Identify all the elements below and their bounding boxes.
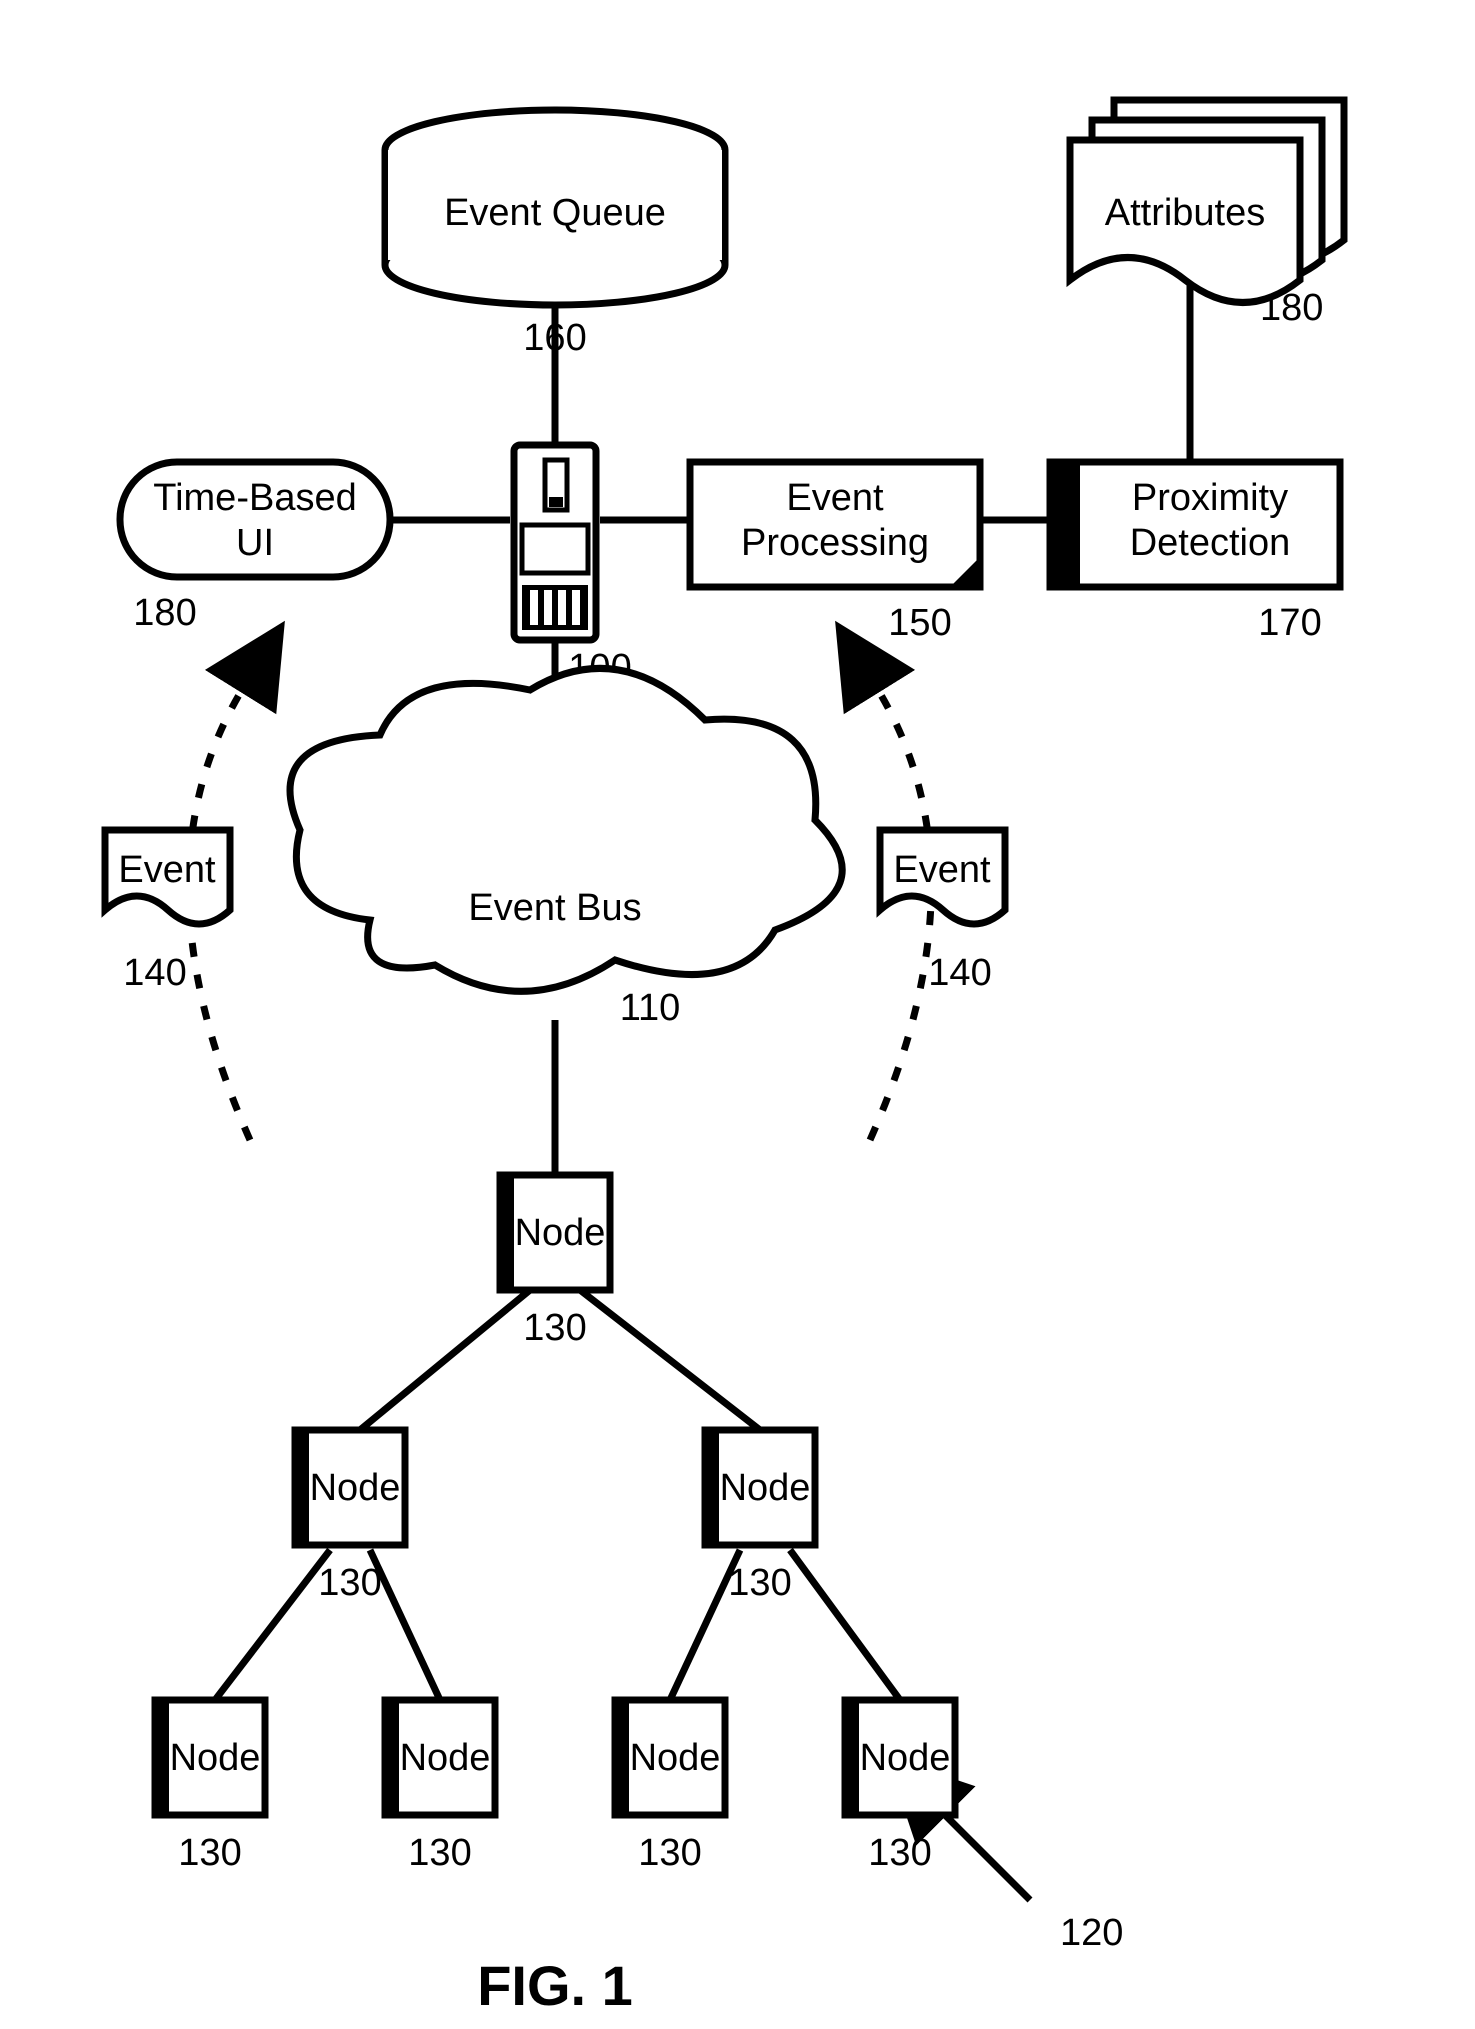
node-l-ref: 130 bbox=[318, 1562, 381, 1604]
proximity-label-2: Detection bbox=[1130, 522, 1291, 564]
node-lr: Node 130 bbox=[385, 1700, 495, 1874]
event-processing-label-1: Event bbox=[786, 477, 884, 519]
node-ll-ref: 130 bbox=[178, 1832, 241, 1874]
node-r: Node 130 bbox=[705, 1430, 815, 1604]
event-bus-ref: 110 bbox=[620, 987, 681, 1029]
attributes: Attributes 180 bbox=[1070, 100, 1344, 329]
node-rr-label: Node bbox=[860, 1737, 951, 1779]
edge-tree-ref bbox=[940, 1810, 1030, 1900]
node-rl-label: Node bbox=[630, 1737, 721, 1779]
edge-root-r bbox=[580, 1290, 760, 1430]
time-ui-label-1: Time-Based bbox=[153, 477, 356, 519]
node-rr: Node 130 bbox=[845, 1700, 955, 1874]
node-root: Node 130 bbox=[500, 1175, 610, 1349]
event-left-label: Event bbox=[118, 849, 216, 891]
event-left-ref: 140 bbox=[123, 952, 186, 994]
diagram-canvas: Event Queue 160 Attributes 180 Time-Base… bbox=[0, 0, 1475, 2029]
node-r-ref: 130 bbox=[728, 1562, 791, 1604]
node-rl-ref: 130 bbox=[638, 1832, 701, 1874]
event-queue-label: Event Queue bbox=[444, 192, 666, 234]
proximity-detection: Proximity Detection 170 bbox=[1050, 462, 1340, 644]
proximity-label-1: Proximity bbox=[1132, 477, 1288, 519]
node-lr-ref: 130 bbox=[408, 1832, 471, 1874]
edge-r-rr bbox=[790, 1550, 900, 1700]
event-bus-label: Event Bus bbox=[468, 887, 641, 929]
node-r-label: Node bbox=[720, 1467, 811, 1509]
edge-l-ll bbox=[215, 1550, 330, 1700]
node-root-ref: 130 bbox=[523, 1307, 586, 1349]
event-right-ref: 140 bbox=[928, 952, 991, 994]
node-l-label: Node bbox=[310, 1467, 401, 1509]
event-processing-label-2: Processing bbox=[741, 522, 929, 564]
attributes-label: Attributes bbox=[1105, 192, 1266, 234]
event-doc-right: Event bbox=[880, 830, 1005, 924]
node-rl: Node 130 bbox=[615, 1700, 725, 1874]
node-ll: Node 130 bbox=[155, 1700, 265, 1874]
event-right-label: Event bbox=[893, 849, 991, 891]
figure-label: FIG. 1 bbox=[477, 1954, 633, 2017]
event-doc-left: Event bbox=[105, 830, 230, 924]
time-ui-label-2: UI bbox=[236, 522, 274, 564]
event-queue: Event Queue 160 bbox=[385, 110, 725, 359]
event-processing-ref: 150 bbox=[888, 602, 951, 644]
node-rr-ref: 130 bbox=[868, 1832, 931, 1874]
time-based-ui: Time-Based UI 180 bbox=[120, 462, 390, 634]
attributes-ref: 180 bbox=[1260, 287, 1323, 329]
time-ui-ref: 180 bbox=[133, 592, 196, 634]
event-queue-ref: 160 bbox=[523, 317, 586, 359]
node-root-label: Node bbox=[515, 1212, 606, 1254]
server-icon: 100 bbox=[514, 445, 632, 689]
proximity-ref: 170 bbox=[1258, 602, 1321, 644]
tree-ref: 120 bbox=[1060, 1912, 1123, 1954]
node-ll-label: Node bbox=[170, 1737, 261, 1779]
event-processing: Event Processing 150 bbox=[690, 462, 980, 644]
event-bus-cloud: Event Bus 110 bbox=[290, 668, 842, 1029]
edge-root-l bbox=[360, 1290, 530, 1430]
node-lr-label: Node bbox=[400, 1737, 491, 1779]
